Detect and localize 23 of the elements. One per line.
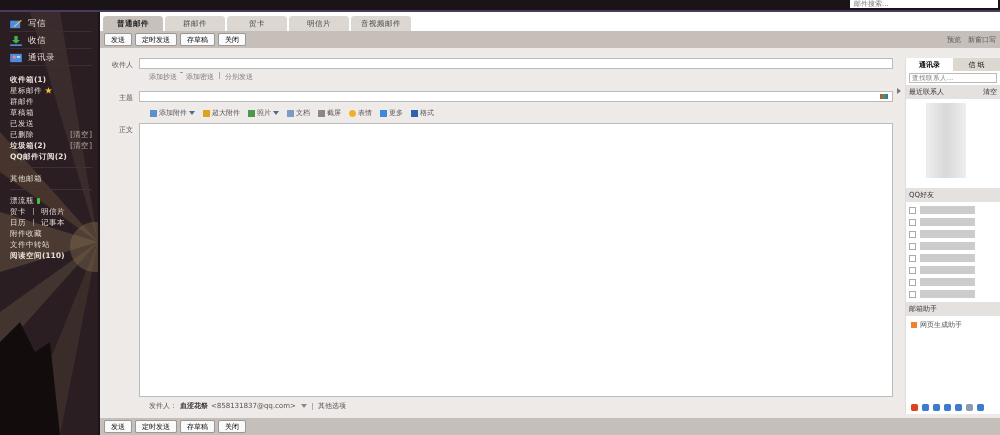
sidebar-action[interactable]: 写信 [10,16,92,32]
pencil-icon [10,18,22,28]
recipient-field[interactable] [139,58,893,69]
dropdown-caret-icon[interactable] [189,111,195,115]
color-picker-icon[interactable] [880,94,888,99]
sidebar-action[interactable]: 通讯录 [10,50,92,66]
blurred-region [920,218,975,226]
dropdown-caret-icon[interactable] [300,404,307,408]
star-icon [45,87,52,94]
blurred-region [920,266,975,274]
sidebar-action[interactable]: 收信 [10,33,92,49]
blurred-region [920,254,975,262]
webpage-icon [911,322,917,328]
blurred-region [920,230,975,238]
blurred-region [920,242,975,250]
subject-field[interactable] [139,91,893,102]
blurred-region [920,290,975,298]
blurred-region [920,278,975,286]
dropdown-caret-icon[interactable] [273,111,279,115]
download-icon [10,36,22,46]
message-body-field[interactable] [139,123,893,397]
blurred-region [920,206,975,214]
collapse-arrow-icon[interactable] [897,88,901,94]
